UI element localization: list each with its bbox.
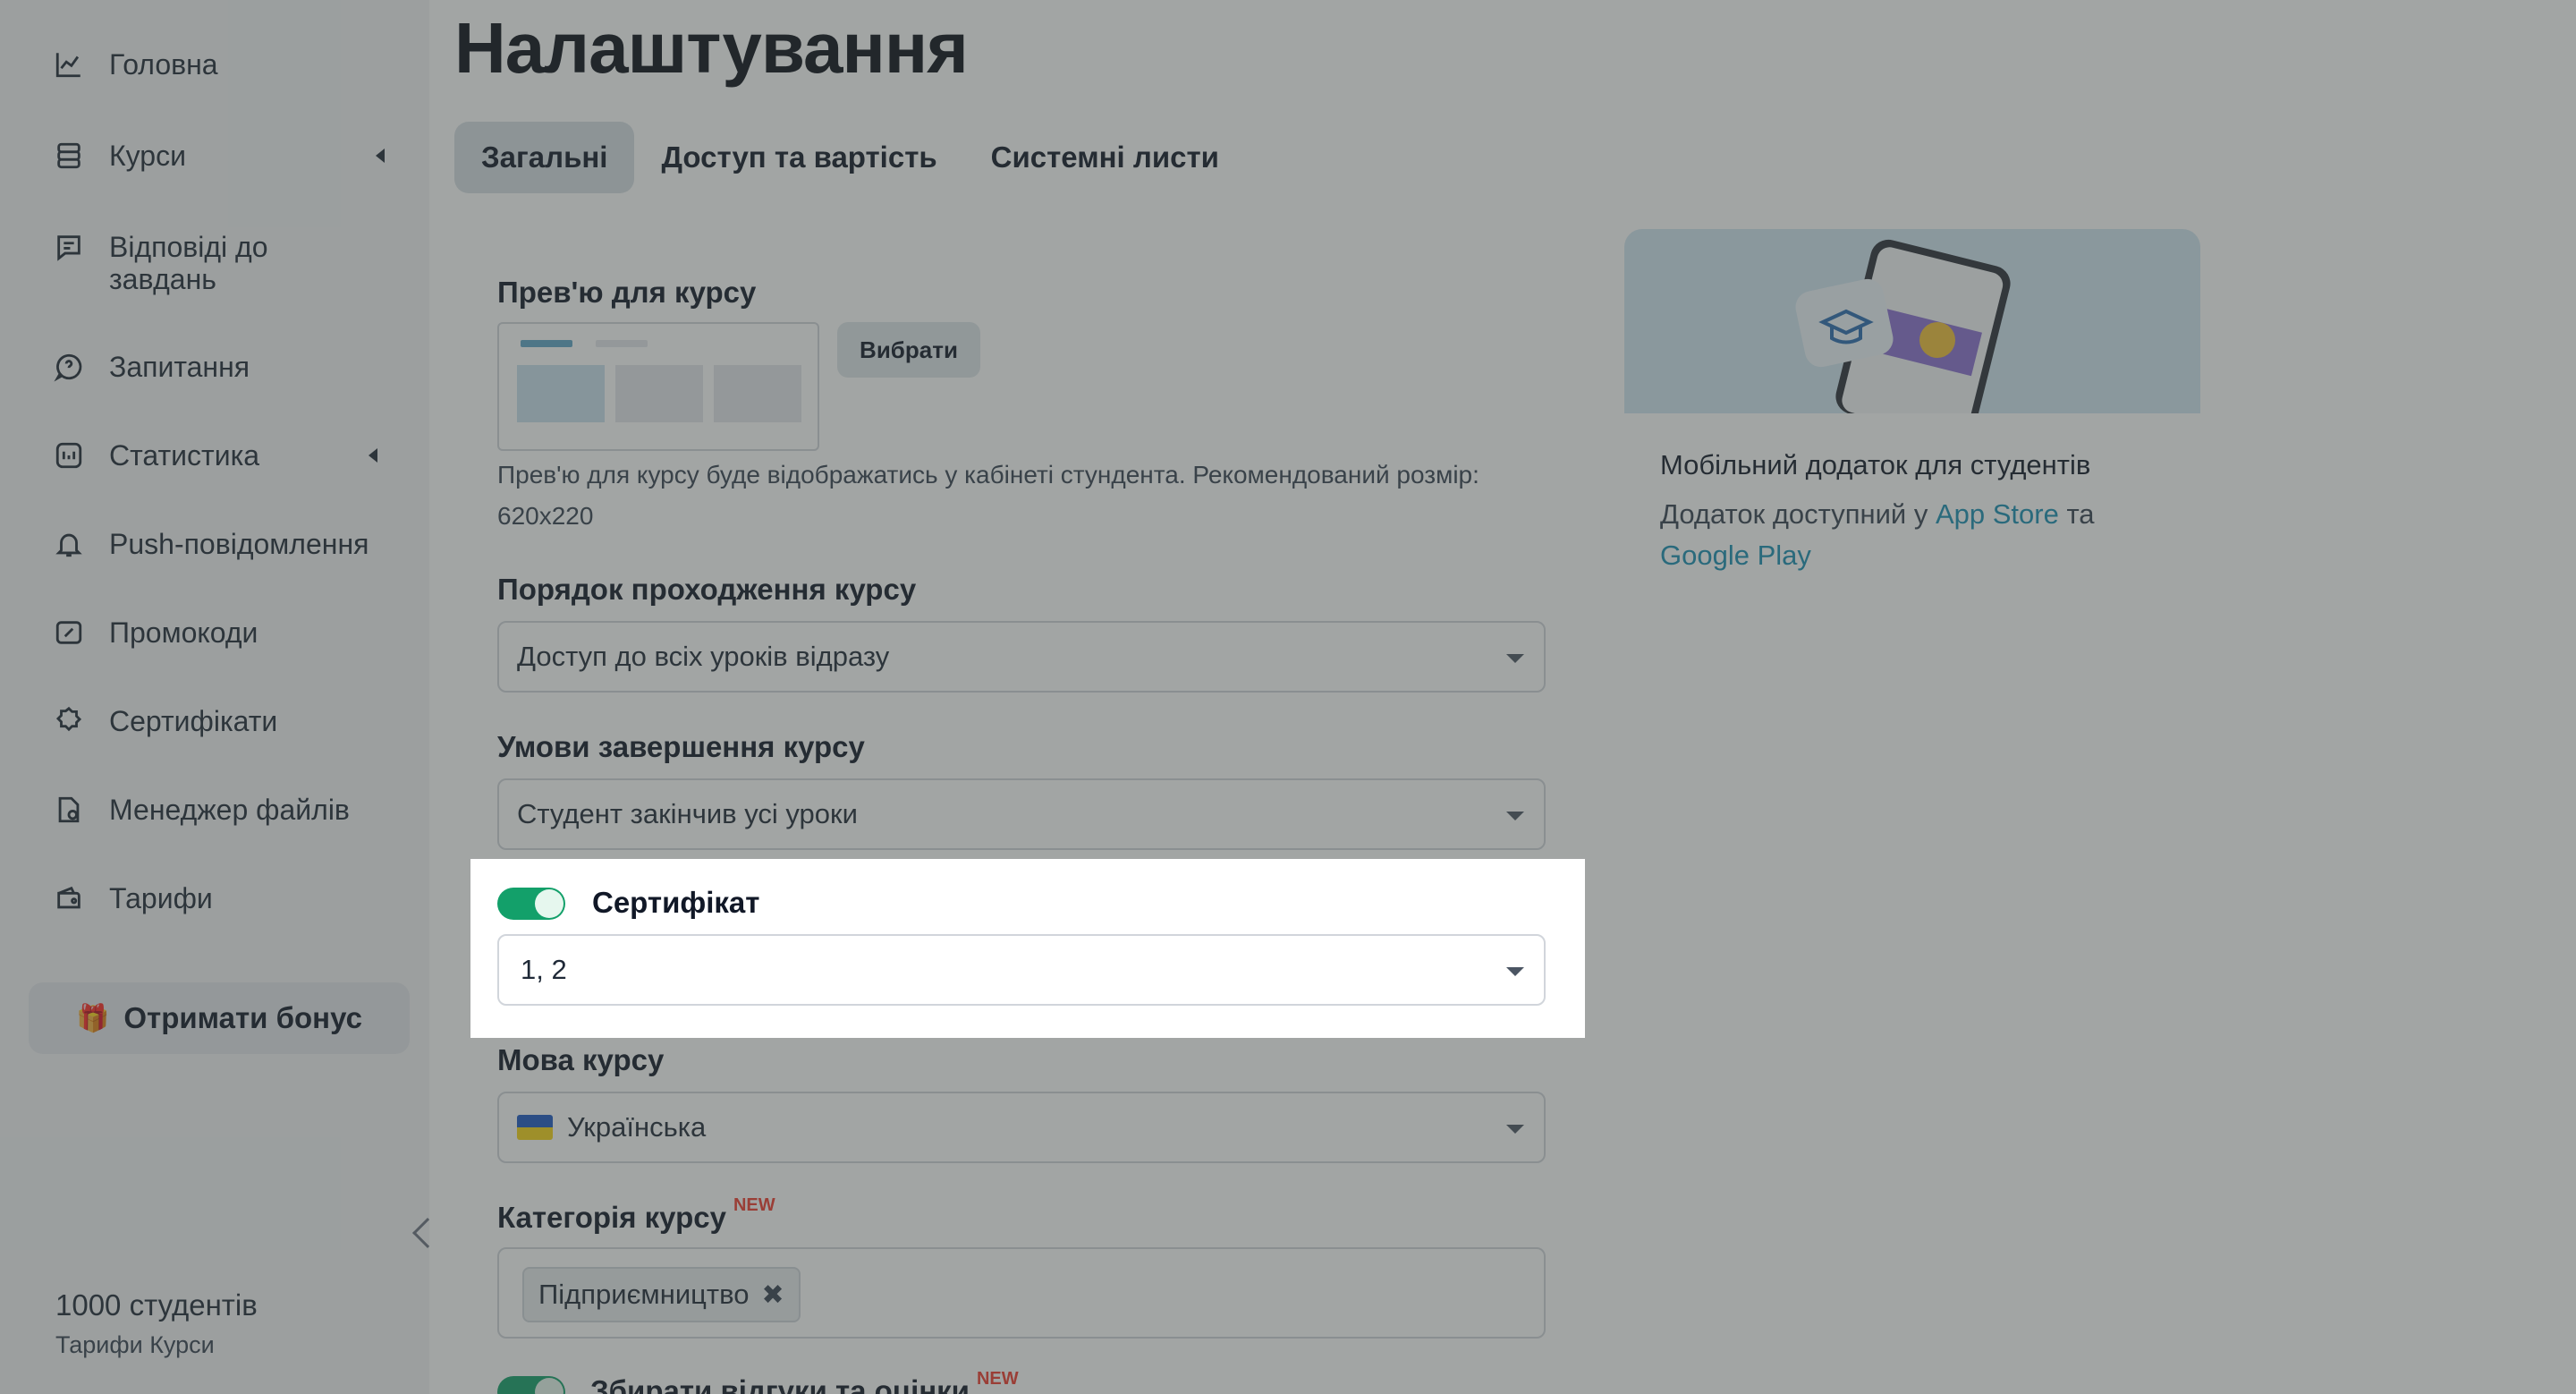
language-value: Українська (567, 1111, 707, 1143)
new-badge: NEW (976, 1369, 1019, 1389)
certificate-toggle[interactable] (497, 888, 565, 920)
certificate-label: Сертифікат (592, 886, 760, 919)
category-tag: Підприємництво ✖ (522, 1267, 801, 1322)
completion-label: Умови завершення курсу (497, 730, 865, 763)
sidebar-item-courses[interactable]: Курси (54, 140, 394, 172)
gift-icon: 🎁 (76, 1003, 110, 1033)
badge-icon (54, 706, 84, 736)
language-label: Мова курсу (497, 1043, 665, 1076)
plan-name: Тарифи Курси (55, 1331, 215, 1358)
preview-hint: Прев'ю для курсу буде відображатись у ка… (497, 461, 1479, 530)
certificate-value: 1, 2 (521, 954, 567, 985)
reviews-toggle[interactable] (497, 1376, 565, 1394)
completion-value: Студент закінчив усі уроки (517, 798, 858, 829)
ukraine-flag-icon (517, 1115, 553, 1140)
tab-access-price[interactable]: Доступ та вартість (634, 122, 963, 193)
sidebar-item-label: Курси (109, 140, 186, 172)
order-label: Порядок проходження курсу (497, 573, 917, 606)
settings-tabs: Загальні Доступ та вартість Системні лис… (454, 122, 1246, 193)
sidebar-item-label: Головна (109, 48, 218, 81)
reviews-label: Збирати відгуки та оцінки NEW (590, 1369, 1019, 1394)
sidebar-item-label: Промокоди (109, 616, 258, 649)
chevron-down-icon (1506, 967, 1524, 976)
new-badge: NEW (733, 1195, 775, 1215)
chevron-down-icon (1506, 654, 1524, 663)
order-select[interactable]: Доступ до всіх уроків відразу (497, 621, 1546, 693)
sidebar-item-label: Запитання (109, 351, 250, 383)
expand-arrow-icon[interactable] (376, 149, 385, 163)
promo-title: Мобільний додаток для студентів (1660, 449, 2091, 480)
sidebar-item-home[interactable]: Головна (54, 48, 394, 81)
stack-icon (54, 140, 84, 171)
chart-line-icon (54, 49, 84, 80)
mobile-app-promo: Мобільний додаток для студентів Додаток … (1624, 229, 2200, 612)
expand-arrow-icon[interactable] (369, 448, 377, 463)
tab-general[interactable]: Загальні (454, 122, 635, 193)
sidebar-item-push[interactable]: Push-повідомлення (54, 528, 394, 560)
chat-square-icon (54, 232, 84, 262)
promo-text: Додаток доступний у App Store та Google … (1660, 498, 2095, 571)
preview-thumbnail[interactable] (497, 322, 819, 451)
app-store-link[interactable]: App Store (1936, 498, 2059, 530)
sidebar-item-label: Тарифи (109, 882, 213, 914)
sidebar-item-tariffs[interactable]: Тарифи (54, 882, 394, 914)
language-select[interactable]: Українська (497, 1092, 1546, 1163)
choose-preview-button[interactable]: Вибрати (837, 322, 980, 378)
sidebar-item-certificates[interactable]: Сертифікати (54, 705, 394, 737)
phone-illustration (1624, 229, 2200, 441)
stats-icon (54, 440, 84, 471)
sidebar-item-file-manager[interactable]: Менеджер файлів (54, 794, 394, 826)
tab-system-emails[interactable]: Системні листи (964, 122, 1246, 193)
chevron-down-icon (1506, 812, 1524, 820)
question-icon (54, 352, 84, 382)
wallet-icon (54, 883, 84, 914)
coupon-icon (54, 617, 84, 648)
sidebar-item-label: Push-повідомлення (109, 528, 369, 560)
sidebar-item-statistics[interactable]: Статистика (54, 439, 394, 472)
sidebar: Головна Курси Відповіді до завдань Запит… (0, 0, 443, 1394)
google-play-link[interactable]: Google Play (1660, 540, 1811, 571)
order-value: Доступ до всіх уроків відразу (517, 641, 890, 672)
get-bonus-button[interactable]: 🎁 Отримати бонус (29, 982, 410, 1054)
sidebar-item-label: Відповіді до завдань (109, 231, 268, 295)
remove-tag-icon[interactable]: ✖ (761, 1279, 784, 1311)
preview-label: Прев'ю для курсу (497, 276, 757, 309)
get-bonus-label: Отримати бонус (123, 1001, 362, 1034)
certificate-section: Сертифікат 1, 2 (470, 859, 1585, 1038)
bell-icon (54, 529, 84, 559)
completion-select[interactable]: Студент закінчив усі уроки (497, 778, 1546, 850)
file-manager-icon (54, 795, 84, 825)
sidebar-item-label: Сертифікати (109, 705, 278, 737)
collapse-sidebar-icon[interactable] (412, 1218, 443, 1248)
chevron-down-icon (1506, 1125, 1524, 1134)
page-title: Налаштування (454, 8, 969, 88)
plan-students: 1000 студентів (55, 1288, 258, 1322)
sidebar-item-promocodes[interactable]: Промокоди (54, 616, 394, 649)
plan-info[interactable]: 1000 студентів Тарифи Курси (55, 1288, 258, 1359)
sidebar-item-answers[interactable]: Відповіді до завдань (54, 231, 394, 295)
category-tags-input[interactable]: Підприємництво ✖ (497, 1247, 1546, 1339)
sidebar-item-questions[interactable]: Запитання (54, 351, 394, 383)
sidebar-item-label: Менеджер файлів (109, 794, 350, 826)
sidebar-item-label: Статистика (109, 439, 260, 472)
category-label: Категорія курсу NEW (497, 1195, 775, 1234)
certificate-select[interactable]: 1, 2 (497, 934, 1546, 1006)
